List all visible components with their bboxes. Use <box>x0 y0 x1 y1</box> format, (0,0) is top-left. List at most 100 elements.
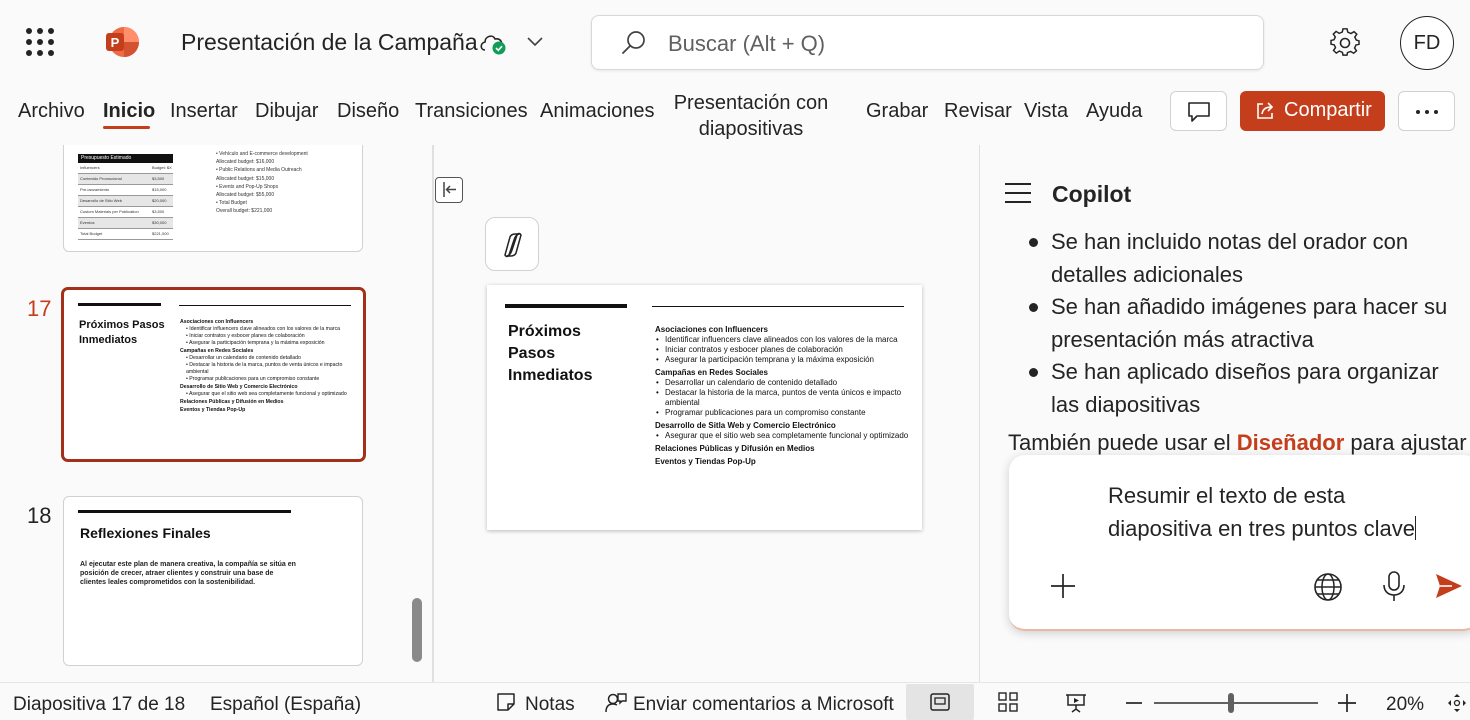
tab-transiciones[interactable]: Transiciones <box>415 100 528 123</box>
zoom-slider-track[interactable] <box>1154 702 1318 704</box>
copilot-bullet-3: Se han aplicado diseños para organizar l… <box>1025 356 1465 421</box>
thumb16-table-row: Desarrollo de Sitio Web $20,000 <box>78 196 173 207</box>
tab-grabar[interactable]: Grabar <box>866 100 928 123</box>
slide-body-line-heading: Eventos y Tiendas Pop-Up <box>655 457 756 466</box>
thumb16-table-cell: Eventos <box>80 220 95 225</box>
thumb17-bullet: • Programar publicaciones para un compro… <box>186 376 320 382</box>
gear-icon[interactable] <box>1330 28 1360 58</box>
search-placeholder: Buscar (Alt + Q) <box>668 31 826 56</box>
thumb17-heading: Campañas en Redes Sociales <box>180 348 254 354</box>
chevron-down-icon[interactable] <box>526 34 544 48</box>
app-launcher-icon[interactable] <box>26 28 54 56</box>
slide-body-line-bullet: Desarrollar un calendario de contenido d… <box>655 378 913 388</box>
slide-body[interactable]: Asociaciones con InfluencersIdentificar … <box>655 322 913 467</box>
add-icon[interactable] <box>1049 572 1077 600</box>
slide-rule <box>652 306 904 307</box>
thumb16-table: Presupuesto Estimado Influencers Budget: … <box>78 154 173 240</box>
feedback-button[interactable]: Enviar comentarios a Microsoft <box>633 694 894 716</box>
fit-to-window-icon[interactable] <box>1446 692 1468 714</box>
slide-body-line-heading: Asociaciones con Influencers <box>655 325 768 334</box>
prompt-input[interactable]: Resumir el texto de esta diapositiva en … <box>1108 479 1448 545</box>
copilot-bullet-1: Se han incluido notas del orador con det… <box>1025 226 1465 291</box>
thumb17-heading: Desarrollo de Sitio Web y Comercio Elect… <box>180 384 298 390</box>
copilot-followup-suffix: para ajustar <box>1344 430 1467 455</box>
thumb16-table-cell: Influencers <box>80 165 100 170</box>
thumb17-heading: Asociaciones con Influencers <box>180 319 254 325</box>
thumb16-table-cell: Custom Materials per Publication <box>80 209 139 214</box>
share-icon <box>1257 102 1274 119</box>
search-icon <box>622 31 645 54</box>
search-box[interactable]: Buscar (Alt + Q) <box>591 15 1264 70</box>
copilot-prompt-box[interactable]: Resumir el texto de esta diapositiva en … <box>1009 455 1470 631</box>
more-options-button[interactable] <box>1398 91 1455 131</box>
thumb18-title: Reflexiones Finales <box>80 525 211 541</box>
tab-ayuda[interactable]: Ayuda <box>1086 100 1142 123</box>
thumb16-table-row: Influencers Budget: $X <box>78 163 173 174</box>
tab-animaciones[interactable]: Animaciones <box>540 100 655 123</box>
current-slide-canvas[interactable]: Próximos Pasos Inmediatos Asociaciones c… <box>487 285 922 530</box>
zoom-in-icon[interactable] <box>1336 692 1358 714</box>
feedback-icon[interactable] <box>604 691 628 715</box>
svg-text:P: P <box>111 35 120 50</box>
thumb16-table-header: Presupuesto Estimado <box>78 154 173 163</box>
notes-button[interactable]: Notas <box>525 694 575 716</box>
copilot-followup-prefix: También puede usar el <box>1008 430 1237 455</box>
tab-insertar[interactable]: Insertar <box>170 100 238 123</box>
thumb17-rule <box>179 305 351 306</box>
slide-counter: Diapositiva 17 de 18 <box>13 694 186 715</box>
copilot-button[interactable] <box>485 217 539 271</box>
slide-thumbnail-16[interactable]: Presupuesto Estimado Influencers Budget: … <box>63 145 363 252</box>
thumb16-table-cell: $20,000 <box>152 198 167 203</box>
document-title[interactable]: Presentación de la Campaña <box>181 29 478 56</box>
cloud-saved-icon[interactable] <box>478 30 508 56</box>
thumb17-title: Próximos Pasos Inmediatos <box>79 319 165 346</box>
powerpoint-logo-icon: P <box>106 27 139 57</box>
collapse-pane-icon[interactable] <box>435 177 463 203</box>
title-bar: P Presentación de la Campaña Buscar (Alt… <box>0 0 1470 86</box>
thumb17-bullet: • Destacar la historia de la marca, punt… <box>186 362 343 375</box>
copilot-title: Copilot <box>1052 181 1132 207</box>
slide-thumbnail-17[interactable]: Próximos Pasos Inmediatos Asociaciones c… <box>61 287 366 462</box>
language-indicator[interactable]: Español (España) <box>210 694 361 716</box>
thumb16-bullet: Allocated budget: $15,000 <box>216 175 275 182</box>
microphone-icon[interactable] <box>1381 570 1407 604</box>
thumb16-table-cell: Budget: $X <box>152 165 172 170</box>
slide-number-17: 17 <box>27 296 52 321</box>
send-icon[interactable] <box>1434 572 1464 600</box>
thumbnails-scrollbar[interactable] <box>412 598 422 662</box>
tab-archivo[interactable]: Archivo <box>18 100 85 123</box>
zoom-slider-knob[interactable] <box>1228 693 1235 713</box>
hamburger-menu-icon[interactable] <box>1005 183 1031 203</box>
thumb16-table-cell: $3,500 <box>152 176 165 181</box>
avatar[interactable]: FD <box>1400 16 1454 70</box>
active-tab-indicator <box>103 126 150 129</box>
tab-dibujar[interactable]: Dibujar <box>255 100 318 123</box>
thumb16-table-cell: $15,000 <box>152 187 167 192</box>
notes-icon[interactable] <box>495 691 517 713</box>
pane-divider[interactable] <box>432 145 434 682</box>
right-pane-divider <box>979 145 980 682</box>
slide-title[interactable]: Próximos Pasos Inmediatos <box>508 321 618 387</box>
thumb17-body: Asociaciones con Influencers • Identifica… <box>180 318 360 414</box>
slideshow-icon[interactable] <box>1064 691 1088 715</box>
slide-sorter-icon[interactable] <box>997 691 1019 713</box>
tab-revisar[interactable]: Revisar <box>944 100 1012 123</box>
thumb16-table-row: Total Budget $221,000 <box>78 229 173 240</box>
globe-icon[interactable] <box>1312 571 1344 603</box>
zoom-level[interactable]: 20% <box>1386 694 1424 716</box>
tab-inicio[interactable]: Inicio <box>103 100 155 123</box>
share-button[interactable]: Compartir <box>1240 91 1385 131</box>
tab-vista[interactable]: Vista <box>1024 100 1068 123</box>
comments-button[interactable] <box>1170 91 1227 131</box>
tab-diseno[interactable]: Diseño <box>337 100 399 123</box>
slide-thumbnail-18[interactable]: Reflexiones Finales Al ejecutar este pla… <box>63 496 363 666</box>
copilot-response-list: Se han incluido notas del orador con det… <box>1025 226 1465 421</box>
designer-link[interactable]: Diseñador <box>1237 430 1345 455</box>
text-caret <box>1414 516 1417 540</box>
normal-view-button[interactable] <box>906 684 974 720</box>
thumb17-title-bar <box>78 303 161 306</box>
slide-title-bar <box>505 304 627 308</box>
thumb16-bullets: • Vehículo and E-commerce development Al… <box>216 150 356 216</box>
tab-presentacion-con-diapositivas[interactable]: Presentación con diapositivas <box>666 90 836 142</box>
zoom-out-icon[interactable] <box>1124 693 1144 713</box>
